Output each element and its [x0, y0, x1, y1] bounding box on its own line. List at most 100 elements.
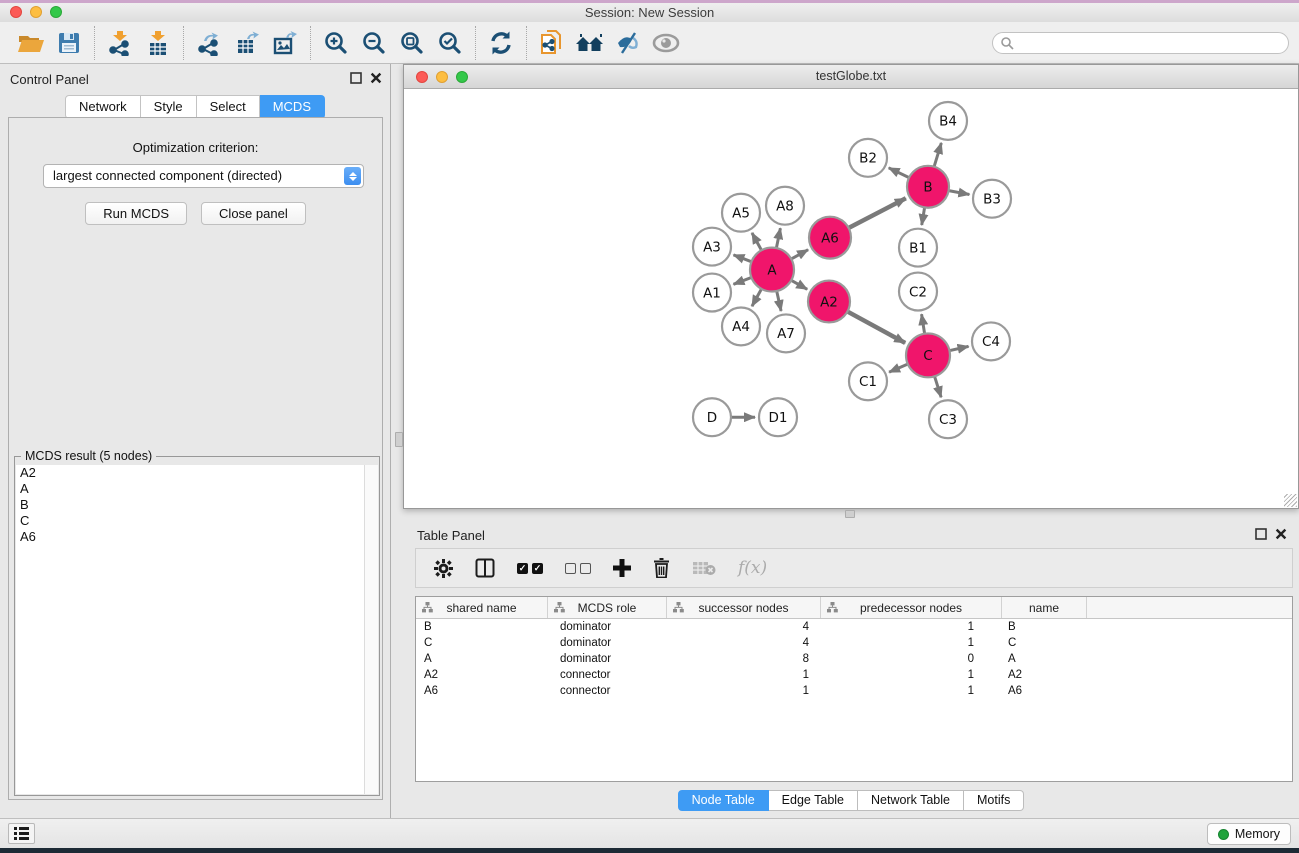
table-cell[interactable]: 8 — [667, 653, 821, 665]
float-panel-icon[interactable] — [1255, 528, 1267, 540]
table-row[interactable]: A6connector11A6 — [416, 683, 1292, 699]
table-cell[interactable]: A — [416, 653, 548, 665]
node-C[interactable]: C — [906, 333, 950, 377]
column-header-shared-name[interactable]: shared name — [416, 597, 548, 618]
export-network-button[interactable] — [190, 25, 228, 61]
table-cell[interactable]: B — [416, 621, 548, 633]
node-C1[interactable]: C1 — [849, 362, 887, 400]
node-B[interactable]: B — [907, 166, 949, 208]
node-D1[interactable]: D1 — [759, 398, 797, 436]
table-cell[interactable]: A6 — [1002, 685, 1087, 697]
edge-A-A5[interactable] — [752, 233, 762, 252]
edge-B-B2[interactable] — [889, 168, 911, 179]
close-panel-icon[interactable] — [370, 72, 382, 84]
table-cell[interactable]: 1 — [667, 685, 821, 697]
criterion-select[interactable]: largest connected component (directed) — [43, 164, 364, 188]
table-cell[interactable]: A — [1002, 653, 1087, 665]
tab-style[interactable]: Style — [141, 95, 197, 119]
table-cell[interactable]: dominator — [548, 653, 667, 665]
table-cell[interactable]: C — [416, 637, 548, 649]
run-mcds-button[interactable]: Run MCDS — [85, 202, 187, 225]
home-button[interactable] — [571, 25, 609, 61]
float-panel-icon[interactable] — [350, 72, 362, 84]
result-scrollbar[interactable] — [364, 465, 378, 794]
clone-network-button[interactable] — [533, 25, 571, 61]
tab-mcds[interactable]: MCDS — [260, 95, 325, 119]
edge-C-C1[interactable] — [889, 363, 910, 372]
show-panels-button[interactable] — [8, 823, 35, 844]
tab-network-table[interactable]: Network Table — [858, 790, 964, 811]
result-list-item[interactable]: C — [16, 513, 364, 529]
table-cell[interactable]: connector — [548, 669, 667, 681]
node-D[interactable]: D — [693, 398, 731, 436]
table-cell[interactable]: C — [1002, 637, 1087, 649]
import-network-button[interactable] — [101, 25, 139, 61]
table-cell[interactable]: 1 — [667, 669, 821, 681]
network-view[interactable]: B4B2BB3A5A8A6A3B1AA1C2A2A4A7C4CC1C3DD1 — [404, 89, 1298, 508]
table-cell[interactable]: dominator — [548, 621, 667, 633]
save-session-button[interactable] — [50, 25, 88, 61]
create-column-button[interactable] — [613, 559, 631, 577]
node-A6[interactable]: A6 — [809, 217, 851, 259]
result-list-item[interactable]: B — [16, 497, 364, 513]
table-row[interactable]: A2connector11A2 — [416, 667, 1292, 683]
search-input[interactable] — [992, 32, 1289, 54]
tab-motifs[interactable]: Motifs — [964, 790, 1024, 811]
result-list-item[interactable]: A6 — [16, 529, 364, 545]
table-cell[interactable]: 1 — [821, 685, 1002, 697]
node-A3[interactable]: A3 — [693, 228, 731, 266]
column-header-successor-nodes[interactable]: successor nodes — [667, 597, 821, 618]
open-session-button[interactable] — [12, 25, 50, 61]
edge-A-A3[interactable] — [733, 255, 753, 263]
table-cell[interactable]: 4 — [667, 621, 821, 633]
column-header-MCDS-role[interactable]: MCDS role — [548, 597, 667, 618]
node-A[interactable]: A — [750, 248, 794, 292]
close-panel-icon[interactable] — [1275, 528, 1287, 540]
column-header-predecessor-nodes[interactable]: predecessor nodes — [821, 597, 1002, 618]
zoom-out-button[interactable] — [355, 25, 393, 61]
zoom-selected-button[interactable] — [431, 25, 469, 61]
show-column-panel-button[interactable] — [475, 558, 495, 578]
edge-A-A6[interactable] — [790, 250, 809, 260]
table-cell[interactable]: B — [1002, 621, 1087, 633]
table-cell[interactable]: 4 — [667, 637, 821, 649]
tab-node-table[interactable]: Node Table — [678, 790, 769, 811]
tab-edge-table[interactable]: Edge Table — [769, 790, 858, 811]
table-row[interactable]: Bdominator41B — [416, 619, 1292, 635]
table-row[interactable]: Cdominator41C — [416, 635, 1292, 651]
close-panel-button[interactable]: Close panel — [201, 202, 306, 225]
node-A5[interactable]: A5 — [722, 194, 760, 232]
table-cell[interactable]: 1 — [821, 621, 1002, 633]
refresh-layout-button[interactable] — [482, 25, 520, 61]
table-cell[interactable]: dominator — [548, 637, 667, 649]
table-cell[interactable]: A6 — [416, 685, 548, 697]
edge-C-C2[interactable] — [922, 314, 925, 335]
edge-A-A7[interactable] — [776, 289, 781, 311]
table-cell[interactable]: A2 — [1002, 669, 1087, 681]
tab-network[interactable]: Network — [65, 95, 141, 119]
table-row[interactable]: Adominator80A — [416, 651, 1292, 667]
function-builder-button[interactable]: f(x) — [738, 558, 767, 578]
import-table-button[interactable] — [139, 25, 177, 61]
node-A1[interactable]: A1 — [693, 274, 731, 312]
memory-button[interactable]: Memory — [1207, 823, 1291, 845]
edge-B-B4[interactable] — [934, 143, 942, 169]
table-cell[interactable]: 0 — [821, 653, 1002, 665]
table-cell[interactable]: A2 — [416, 669, 548, 681]
zoom-fit-button[interactable] — [393, 25, 431, 61]
node-B3[interactable]: B3 — [973, 180, 1011, 218]
edge-A2-C[interactable] — [846, 311, 905, 343]
hide-graphics-details-button[interactable] — [609, 25, 647, 61]
node-A7[interactable]: A7 — [767, 314, 805, 352]
node-A2[interactable]: A2 — [808, 281, 850, 323]
table-cell[interactable]: 1 — [821, 669, 1002, 681]
tab-select[interactable]: Select — [197, 95, 260, 119]
delete-column-button[interactable] — [653, 558, 670, 578]
export-image-button[interactable] — [266, 25, 304, 61]
vertical-scrollbar-thumb[interactable] — [395, 432, 403, 447]
node-B1[interactable]: B1 — [899, 229, 937, 267]
horizontal-scrollbar-thumb[interactable] — [845, 510, 855, 518]
edge-C-C4[interactable] — [948, 346, 969, 351]
edge-A-A4[interactable] — [752, 287, 762, 306]
table-settings-button[interactable] — [434, 559, 453, 578]
